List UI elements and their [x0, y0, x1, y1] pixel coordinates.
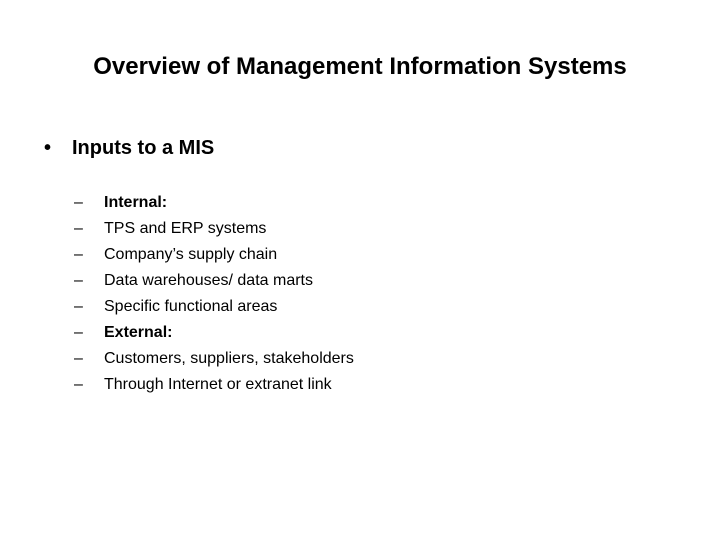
bullet-dot-icon: • [44, 137, 52, 159]
sub-bullet-list: – Internal: – TPS and ERP systems – Comp… [74, 190, 354, 398]
slide-title: Overview of Management Information Syste… [93, 53, 627, 80]
bullet-inputs: • Inputs to a MIS [44, 134, 214, 162]
sub-item: – TPS and ERP systems [74, 216, 354, 242]
sub-item-text: TPS and ERP systems [104, 220, 267, 237]
bullet-text: Inputs to a MIS [72, 137, 215, 159]
dash-icon: – [74, 324, 83, 341]
sub-item-text: Company’s supply chain [104, 246, 278, 263]
sub-item-text: External: [104, 324, 173, 341]
dash-icon: – [74, 194, 83, 211]
sub-item: – Customers, suppliers, stakeholders [74, 346, 354, 372]
sub-item: – Data warehouses/ data marts [74, 268, 354, 294]
sub-item-text: Customers, suppliers, stakeholders [104, 350, 354, 367]
dash-icon: – [74, 272, 83, 289]
sub-item-text: Through Internet or extranet link [104, 376, 332, 393]
dash-icon: – [74, 350, 83, 367]
sub-item-external-heading: – External: [74, 320, 354, 346]
sub-item-text: Specific functional areas [104, 298, 278, 315]
sub-item-internal-heading: – Internal: [74, 190, 354, 216]
sub-item-text: Data warehouses/ data marts [104, 272, 313, 289]
dash-icon: – [74, 246, 83, 263]
sub-item: – Specific functional areas [74, 294, 354, 320]
sub-item: – Company’s supply chain [74, 242, 354, 268]
dash-icon: – [74, 220, 83, 237]
sub-item-text: Internal: [104, 194, 168, 211]
sub-item: – Through Internet or extranet link [74, 372, 354, 398]
dash-icon: – [74, 376, 83, 393]
dash-icon: – [74, 298, 83, 315]
